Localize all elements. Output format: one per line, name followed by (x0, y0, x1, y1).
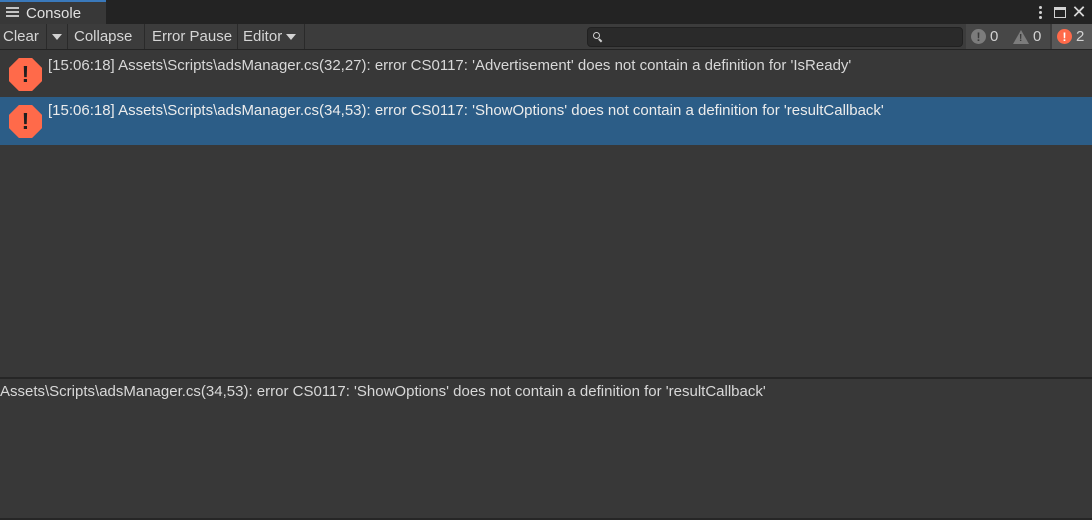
console-toolbar: Clear Collapse Error Pause Editor ! 0 ! … (0, 24, 1092, 50)
error-icon: ! (9, 58, 42, 91)
warning-icon: ! (1013, 29, 1029, 44)
tab-title: Console (26, 4, 82, 22)
log-count-toggle[interactable]: ! 0 (966, 24, 1008, 49)
chevron-down-icon (286, 33, 297, 40)
error-pause-toggle[interactable]: Error Pause (145, 24, 238, 49)
error-icon: ! (9, 105, 42, 138)
kebab-menu-icon[interactable] (1034, 2, 1046, 22)
info-icon: ! (971, 29, 986, 44)
error-count: 2 (1076, 28, 1085, 45)
warning-count-toggle[interactable]: ! 0 (1008, 24, 1050, 49)
search-icon (593, 32, 603, 43)
editor-dropdown[interactable]: Editor (238, 24, 305, 49)
log-entry[interactable]: ! [15:06:18] Assets\Scripts\adsManager.c… (0, 51, 1092, 97)
editor-label: Editor (243, 28, 283, 45)
log-entry-selected[interactable]: ! [15:06:18] Assets\Scripts\adsManager.c… (0, 97, 1092, 145)
error-count-toggle[interactable]: ! 2 (1052, 24, 1092, 49)
tab-console[interactable]: Console (0, 0, 106, 24)
close-icon[interactable]: ✕ (1071, 2, 1087, 22)
tab-bar: Console ✕ (0, 0, 1092, 24)
log-detail-text[interactable]: Assets\Scripts\adsManager.cs(34,53): err… (0, 383, 766, 400)
maximize-icon[interactable] (1052, 2, 1068, 22)
log-message: [15:06:18] Assets\Scripts\adsManager.cs(… (48, 102, 884, 119)
error-icon: ! (1057, 29, 1072, 44)
log-message: [15:06:18] Assets\Scripts\adsManager.cs(… (48, 57, 852, 74)
log-count: 0 (990, 28, 999, 45)
console-window: Console ✕ Clear Collapse Error Pause Edi… (0, 0, 1092, 520)
search-field[interactable] (587, 27, 963, 47)
search-input[interactable] (607, 29, 962, 45)
console-list-icon (6, 7, 20, 19)
chevron-down-icon (52, 33, 62, 40)
log-list: ! [15:06:18] Assets\Scripts\adsManager.c… (0, 50, 1092, 377)
warning-count: 0 (1033, 28, 1042, 45)
collapse-toggle[interactable]: Collapse (68, 24, 145, 49)
clear-button[interactable]: Clear (0, 24, 47, 49)
log-detail-pane: Assets\Scripts\adsManager.cs(34,53): err… (0, 379, 1092, 518)
clear-options-dropdown[interactable] (47, 24, 68, 49)
